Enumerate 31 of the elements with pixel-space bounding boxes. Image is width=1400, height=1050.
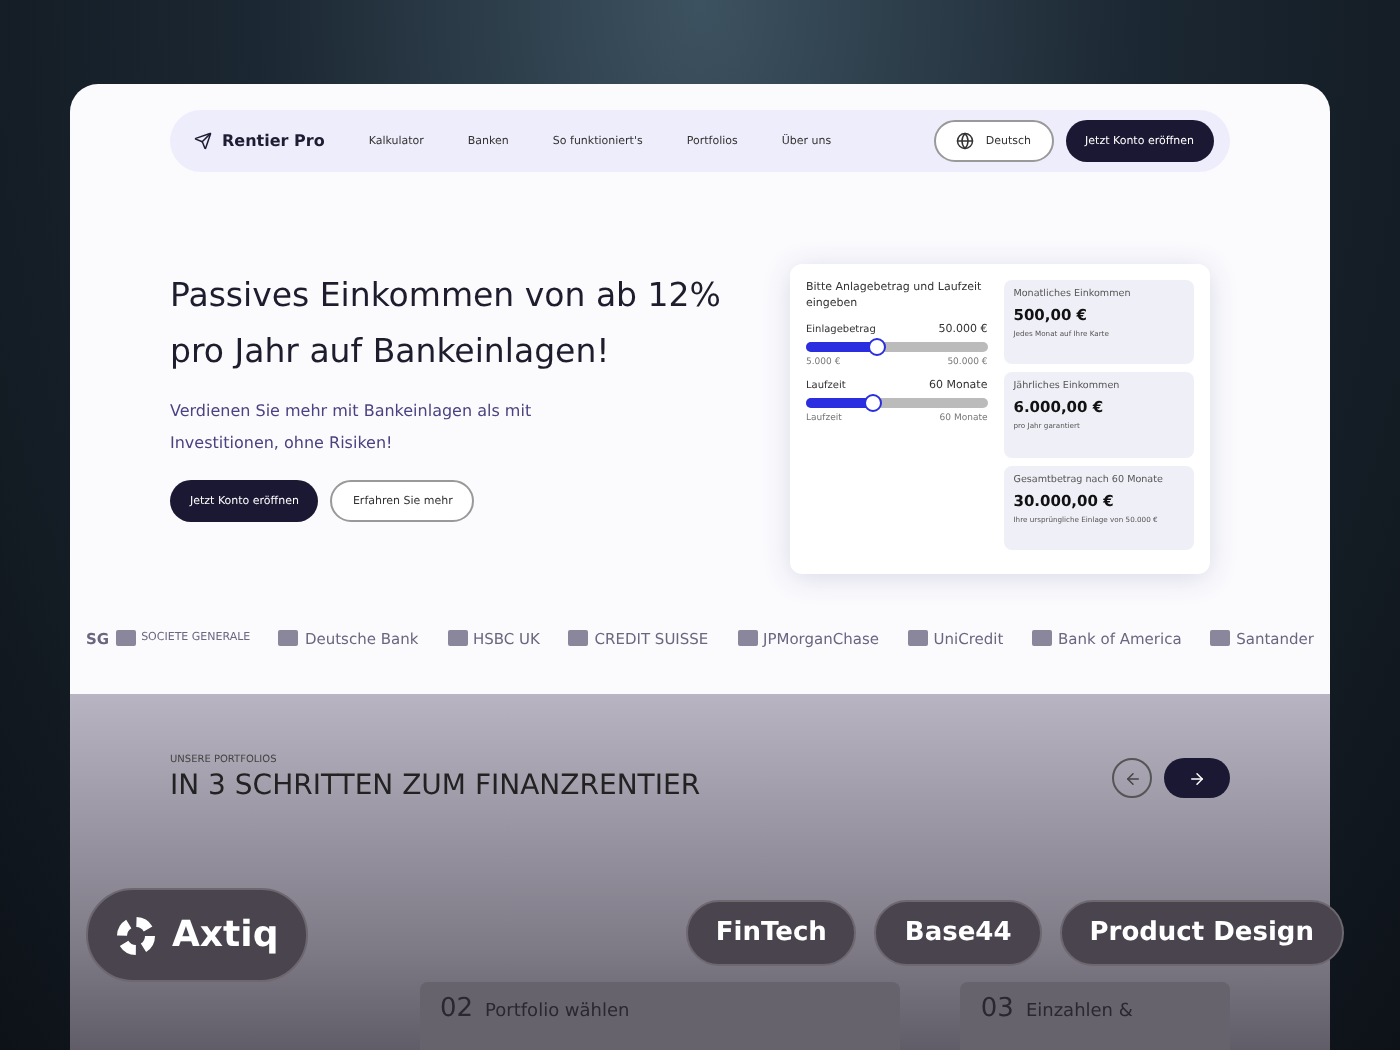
bank-logo-icon [1210,630,1231,646]
hero-subtitle: Verdienen Sie mehr mit Bankeinlagen als mit Investitionen, ohne Risiken! [170,400,534,456]
previous-button[interactable] [1112,758,1152,798]
category-tag: FinTech [685,900,857,966]
slider-thumb[interactable] [868,338,887,356]
step-title: Portfolio wählen [485,1002,630,1022]
brand-name: Axtiq [172,914,279,956]
bank-logo-icon [907,630,928,646]
slider-track[interactable] [806,342,988,352]
paper-plane-icon [194,132,212,150]
step-number: 02 [440,994,474,1024]
bank-logo-icon [278,630,299,646]
step-title: Einzahlen & [1025,1002,1133,1022]
category-tag: Product Design [1059,900,1344,966]
lifebuoy-icon [116,915,156,955]
arrow-right-icon [1188,769,1206,787]
bank-logo-icon [1032,630,1053,646]
section-heading: IN 3 SCHRITTEN ZUM FINANZRENTIER [170,770,701,802]
bank-logo-icon [115,630,136,646]
slider-track[interactable] [806,398,988,408]
step-number: 03 [980,994,1014,1024]
globe-icon [955,132,974,150]
next-button[interactable] [1164,758,1230,798]
hero-heading: Passives Einkommen von ab 12% pro Jahr auf Bankeinlagen! [170,274,723,374]
bank-logo-icon [447,630,468,646]
arrow-left-icon [1123,769,1141,787]
bank-logo-icon [737,630,757,646]
brand-name[interactable]: Rentier Pro [222,132,325,150]
bank-logo-icon [568,630,589,646]
slider-thumb[interactable] [864,394,883,412]
category-tag: Base44 [874,900,1042,966]
